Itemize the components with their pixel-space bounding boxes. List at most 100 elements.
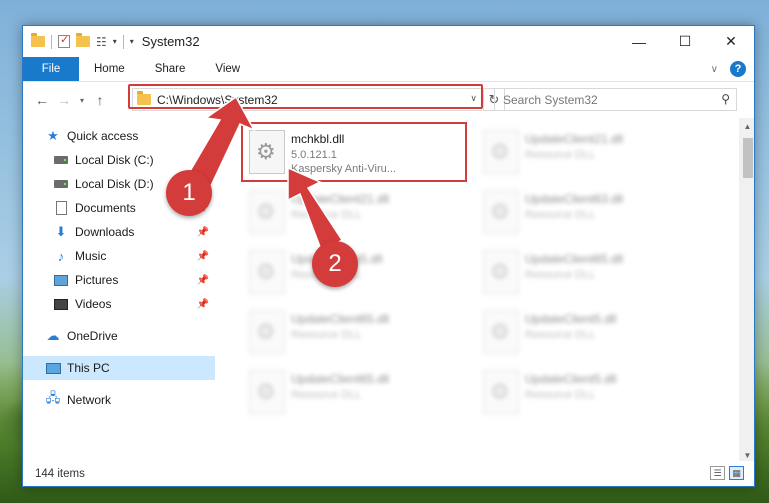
tiles-view-icon[interactable]: ▦ bbox=[729, 466, 744, 480]
sidebar-item-videos[interactable]: Videos 📌 bbox=[23, 292, 215, 316]
up-icon[interactable]: ↑ bbox=[89, 92, 111, 108]
title-bar: ☷ ▾ ▾ System32 — ☐ ✕ bbox=[23, 26, 754, 57]
file-item[interactable]: UpdateClient63.dll Resource DLL bbox=[477, 184, 707, 242]
file-description: Resource DLL bbox=[525, 329, 596, 341]
minimize-button[interactable]: — bbox=[616, 26, 662, 57]
file-name: UpdateClient5.dll bbox=[525, 312, 617, 326]
window-title: System32 bbox=[141, 34, 200, 49]
file-description: Resource DLL bbox=[291, 209, 362, 221]
file-item[interactable]: UpdateClient5.dll Resource DLL bbox=[243, 244, 473, 302]
status-bar: 144 items ☰ ▦ bbox=[23, 461, 754, 486]
chevron-down-icon[interactable]: ▾ bbox=[113, 37, 117, 46]
onedrive-icon: ☁ bbox=[46, 328, 60, 343]
folder-icon bbox=[31, 33, 45, 47]
file-item[interactable]: UpdateClient21.dll Resource DLL bbox=[243, 184, 473, 242]
ribbon-tabs: File Home Share View ∨ ? bbox=[23, 57, 754, 82]
sidebar-item-label: This PC bbox=[67, 361, 110, 375]
dll-file-icon bbox=[249, 370, 285, 414]
this-pc-icon bbox=[45, 360, 61, 376]
sidebar-item-label: Network bbox=[67, 393, 112, 407]
search-icon[interactable]: ⚲ bbox=[721, 92, 730, 106]
dll-file-icon bbox=[483, 370, 519, 414]
properties-icon[interactable] bbox=[58, 33, 70, 48]
tab-view[interactable]: View bbox=[200, 57, 255, 81]
vertical-scrollbar[interactable]: ▲ ▼ bbox=[739, 118, 754, 463]
file-item[interactable]: UpdateClient65.dll Resource DLL bbox=[243, 364, 473, 422]
file-item[interactable]: UpdateClient21.dll Resource DLL bbox=[477, 124, 707, 182]
dropdown-arrow-icon[interactable]: ▾ bbox=[130, 37, 134, 46]
recent-locations-icon[interactable]: ▾ bbox=[75, 96, 89, 105]
window-controls: — ☐ ✕ bbox=[616, 26, 754, 57]
dll-file-icon bbox=[249, 130, 285, 174]
sidebar-item-this-pc[interactable]: This PC bbox=[23, 356, 215, 380]
file-description: Resource DLL bbox=[525, 389, 596, 401]
file-description: Resource DLL bbox=[291, 389, 362, 401]
sidebar-item-onedrive[interactable]: ☁ OneDrive bbox=[23, 324, 215, 348]
search-placeholder: Search System32 bbox=[503, 92, 598, 107]
downloads-icon: ⬇ bbox=[55, 224, 67, 239]
sidebar-item-network[interactable]: 🖧 Network bbox=[23, 388, 215, 412]
file-item[interactable]: UpdateClient65.dll Resource DLL bbox=[477, 244, 707, 302]
file-description: Resource DLL bbox=[525, 209, 596, 221]
pin-icon[interactable]: 📌 bbox=[197, 299, 209, 310]
dll-file-icon bbox=[249, 310, 285, 354]
file-name: mchkbl.dll bbox=[291, 132, 345, 146]
file-item[interactable]: UpdateClient65.dll Resource DLL bbox=[243, 304, 473, 362]
file-item-mchkbl-dll[interactable]: mchkbl.dll 5.0.121.1 Kaspersky Anti-Viru… bbox=[243, 124, 473, 182]
file-name: UpdateClient63.dll bbox=[525, 192, 624, 206]
pin-icon[interactable]: 📌 bbox=[197, 251, 209, 262]
music-icon: ♪ bbox=[57, 248, 65, 264]
forward-icon[interactable]: → bbox=[53, 92, 75, 108]
sidebar-item-label: Music bbox=[75, 249, 107, 263]
search-input[interactable]: Search System32 ⚲ bbox=[494, 88, 737, 111]
expand-ribbon-icon[interactable]: ∨ bbox=[711, 64, 718, 75]
sidebar-item-pictures[interactable]: Pictures 📌 bbox=[23, 268, 215, 292]
tab-file[interactable]: File bbox=[23, 57, 79, 81]
ribbon-right: ∨ ? bbox=[711, 61, 746, 77]
dll-file-icon bbox=[483, 190, 519, 234]
scroll-thumb[interactable] bbox=[743, 138, 753, 178]
sidebar-item-label: Videos bbox=[75, 297, 112, 311]
sidebar-item-label: Documents bbox=[75, 201, 136, 215]
file-name: UpdateClient5.dll bbox=[525, 372, 617, 386]
close-button[interactable]: ✕ bbox=[708, 26, 754, 57]
file-name: UpdateClient65.dll bbox=[291, 372, 390, 386]
details-view-icon[interactable]: ☰ bbox=[710, 466, 725, 480]
file-name: UpdateClient21.dll bbox=[291, 192, 390, 206]
file-version: 5.0.121.1 bbox=[291, 149, 337, 161]
sidebar-item-local-disk-c[interactable]: Local Disk (C:) bbox=[23, 148, 215, 172]
network-icon: 🖧 bbox=[45, 390, 61, 405]
view-toggles: ☰ ▦ bbox=[710, 466, 744, 480]
sidebar-item-label: Quick access bbox=[67, 129, 139, 143]
address-path[interactable]: C:\Windows\System32 bbox=[157, 93, 278, 107]
address-bar[interactable]: C:\Windows\System32 ∨ bbox=[132, 88, 482, 111]
star-icon: ★ bbox=[47, 128, 59, 143]
new-folder-icon[interactable] bbox=[76, 33, 90, 47]
sidebar-item-downloads[interactable]: ⬇ Downloads 📌 bbox=[23, 220, 215, 244]
back-icon[interactable]: ← bbox=[31, 92, 53, 108]
pin-icon[interactable]: 📌 bbox=[197, 227, 209, 238]
help-icon[interactable]: ? bbox=[730, 61, 746, 77]
maximize-button[interactable]: ☐ bbox=[662, 26, 708, 57]
file-item[interactable]: UpdateClient5.dll Resource DLL bbox=[477, 304, 707, 362]
file-name: UpdateClient65.dll bbox=[291, 312, 390, 326]
file-description: Resource DLL bbox=[525, 149, 596, 161]
callout-step-2: 2 bbox=[312, 241, 358, 287]
pin-icon[interactable]: 📌 bbox=[197, 275, 209, 286]
folder-icon bbox=[137, 91, 151, 105]
chevron-down-icon[interactable]: ∨ bbox=[470, 93, 477, 104]
file-explorer-window: ☷ ▾ ▾ System32 — ☐ ✕ File Home Share Vie… bbox=[22, 25, 755, 487]
customize-icon[interactable]: ☷ bbox=[96, 35, 107, 49]
tab-home[interactable]: Home bbox=[79, 57, 140, 81]
sidebar-item-music[interactable]: ♪ Music 📌 bbox=[23, 244, 215, 268]
dll-file-icon bbox=[249, 190, 285, 234]
file-item[interactable]: UpdateClient5.dll Resource DLL bbox=[477, 364, 707, 422]
sidebar-item-label: Local Disk (D:) bbox=[75, 177, 154, 191]
file-description: Resource DLL bbox=[291, 329, 362, 341]
callout-step-1: 1 bbox=[166, 170, 212, 216]
scroll-up-icon[interactable]: ▲ bbox=[739, 118, 754, 134]
tab-share[interactable]: Share bbox=[140, 57, 201, 81]
sidebar-item-label: Pictures bbox=[75, 273, 119, 287]
file-description: Kaspersky Anti-Viru... bbox=[291, 163, 396, 175]
sidebar-item-quick-access[interactable]: ★ Quick access bbox=[23, 124, 215, 148]
